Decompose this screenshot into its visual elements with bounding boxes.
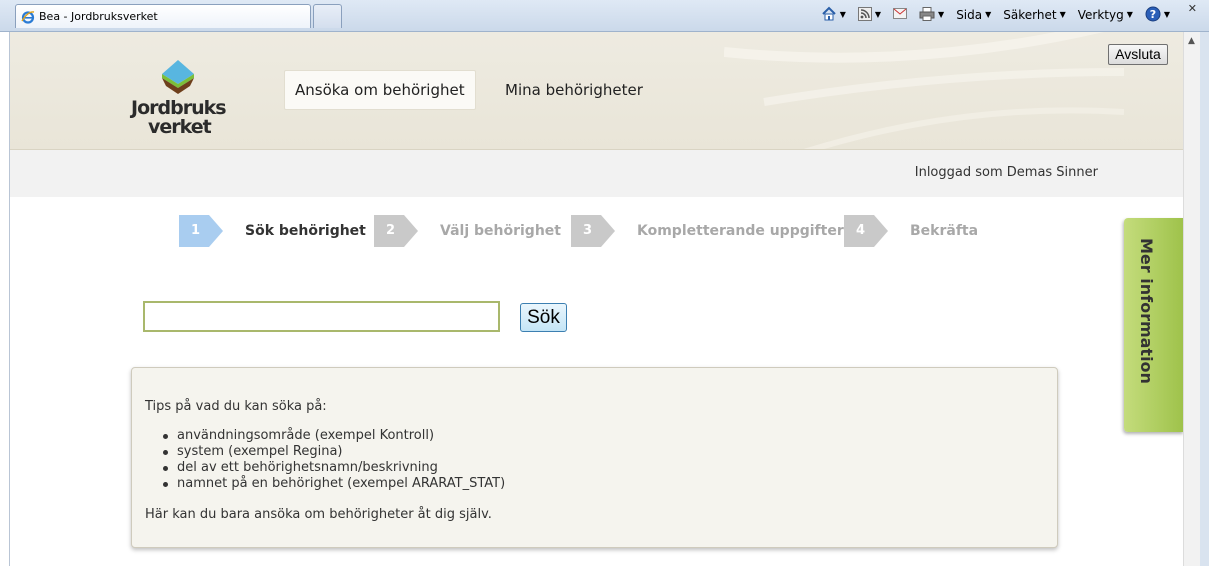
close-icon[interactable]: ✕ bbox=[1188, 2, 1197, 15]
printer-icon bbox=[919, 6, 935, 24]
new-tab-button[interactable] bbox=[313, 4, 342, 28]
step-number: 2 bbox=[386, 223, 396, 238]
svg-text:?: ? bbox=[1150, 8, 1156, 21]
nav-tab-my-permissions[interactable]: Mina behörigheter bbox=[495, 70, 653, 110]
tools-menu-label: Verktyg bbox=[1077, 8, 1124, 22]
search-tips-box: Tips på vad du kan söka på: användningso… bbox=[131, 367, 1058, 548]
logo-line-2: verket bbox=[148, 116, 212, 138]
step-arrow-1: 1 bbox=[179, 215, 225, 247]
logged-in-text: Inloggad som Demas Sinner bbox=[914, 165, 1098, 180]
help-menu[interactable]: ? ▼ bbox=[1141, 5, 1174, 25]
step-1: 1 Sök behörighet bbox=[179, 215, 366, 247]
rss-feed-icon bbox=[857, 6, 872, 24]
page-menu-label: Sida bbox=[956, 8, 983, 22]
browser-chrome: Bea - Jordbruksverket ▼ ▼ ▼ Sida ▼ Säker… bbox=[0, 0, 1209, 32]
browser-tab-title: Bea - Jordbruksverket bbox=[39, 10, 158, 23]
feeds-button[interactable]: ▼ bbox=[854, 5, 885, 25]
tips-footer: Här kan du bara ansöka om behörigheter å… bbox=[145, 507, 492, 522]
logout-button[interactable]: Avsluta bbox=[1108, 44, 1168, 65]
more-information-label: Mer information bbox=[1137, 238, 1156, 384]
nav-tab-apply[interactable]: Ansöka om behörighet bbox=[284, 70, 476, 110]
mail-icon bbox=[893, 8, 908, 22]
chevron-down-icon: ▼ bbox=[1059, 10, 1066, 19]
list-item: namnet på en behörighet (exempel ARARAT_… bbox=[163, 476, 1044, 492]
tips-heading: Tips på vad du kan söka på: bbox=[145, 399, 327, 414]
chevron-down-icon: ▼ bbox=[874, 10, 882, 19]
mail-button[interactable] bbox=[889, 5, 911, 25]
step-number: 4 bbox=[856, 223, 866, 238]
list-item: användningsområde (exempel Kontroll) bbox=[163, 428, 1044, 444]
step-label: Kompletterande uppgifter bbox=[637, 223, 844, 239]
step-arrow-3: 3 bbox=[571, 215, 617, 247]
home-icon bbox=[821, 6, 837, 24]
chevron-down-icon: ▼ bbox=[1126, 10, 1133, 19]
security-menu-label: Säkerhet bbox=[1003, 8, 1057, 22]
internet-explorer-icon bbox=[21, 10, 35, 24]
chevron-down-icon: ▼ bbox=[839, 10, 846, 19]
list-item: system (exempel Regina) bbox=[163, 444, 1044, 460]
tips-list: användningsområde (exempel Kontroll) sys… bbox=[163, 428, 1044, 492]
step-arrow-4: 4 bbox=[844, 215, 890, 247]
header-decoration bbox=[724, 32, 1124, 149]
page-menu[interactable]: Sida ▼ bbox=[952, 5, 995, 25]
vertical-scrollbar[interactable]: ▲ bbox=[1183, 32, 1200, 566]
step-3: 3 Kompletterande uppgifter bbox=[571, 215, 844, 247]
search-input[interactable] bbox=[143, 301, 500, 332]
scroll-up-icon[interactable]: ▲ bbox=[1188, 36, 1195, 46]
step-arrow-2: 2 bbox=[374, 215, 420, 247]
window-frame-edge bbox=[1200, 32, 1209, 566]
step-number: 3 bbox=[583, 223, 593, 238]
logo-emblem-icon bbox=[162, 60, 194, 94]
logo-wordmark: Jordbruks verket bbox=[131, 99, 227, 138]
tools-menu[interactable]: Verktyg ▼ bbox=[1074, 5, 1137, 25]
page-viewport: Jordbruks verket Ansöka om behörighet Mi… bbox=[9, 32, 1183, 566]
site-header: Jordbruks verket Ansöka om behörighet Mi… bbox=[10, 32, 1183, 150]
chevron-down-icon: ▼ bbox=[985, 10, 992, 19]
step-label: Välj behörighet bbox=[440, 223, 561, 239]
step-number: 1 bbox=[191, 223, 201, 238]
command-bar: ▼ ▼ ▼ Sida ▼ Säkerhet ▼ Verktyg ▼ ? ▼ bbox=[817, 5, 1174, 25]
chevron-down-icon: ▼ bbox=[1163, 10, 1170, 19]
home-button[interactable]: ▼ bbox=[817, 5, 850, 25]
user-bar: Inloggad som Demas Sinner bbox=[10, 150, 1183, 197]
list-item: del av ett behörighetsnamn/beskrivning bbox=[163, 460, 1044, 476]
help-icon: ? bbox=[1145, 6, 1161, 25]
print-button[interactable]: ▼ bbox=[915, 5, 948, 25]
chevron-down-icon: ▼ bbox=[938, 10, 945, 19]
more-information-tab[interactable]: Mer information bbox=[1124, 218, 1183, 432]
browser-tab-active[interactable]: Bea - Jordbruksverket bbox=[15, 4, 311, 28]
search-button[interactable]: Sök bbox=[520, 303, 567, 332]
step-label: Sök behörighet bbox=[245, 223, 366, 239]
step-4: 4 Bekräfta bbox=[844, 215, 978, 247]
step-2: 2 Välj behörighet bbox=[374, 215, 561, 247]
security-menu[interactable]: Säkerhet ▼ bbox=[999, 5, 1069, 25]
step-label: Bekräfta bbox=[910, 223, 979, 239]
